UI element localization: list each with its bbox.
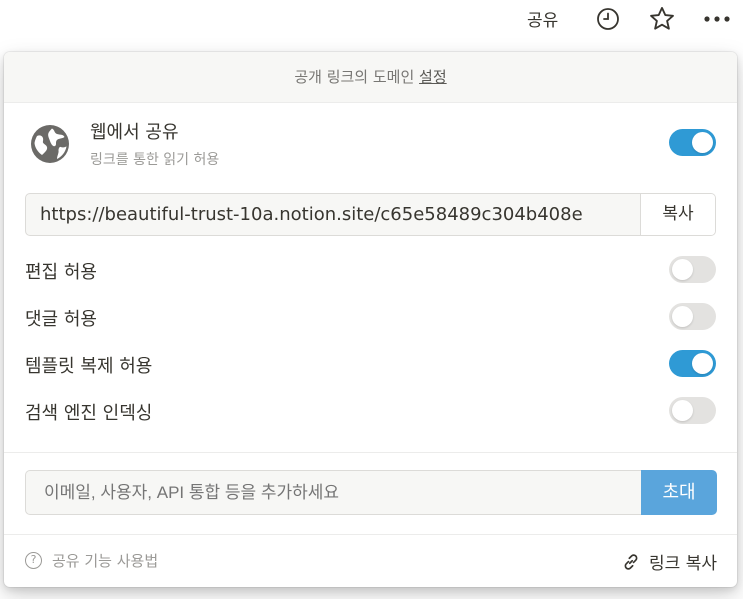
toggle-knob: [692, 353, 713, 374]
link-icon: [621, 552, 641, 572]
help-label: 공유 기능 사용법: [52, 552, 159, 570]
divider: [4, 452, 737, 453]
option-allow-duplicate-template: 템플릿 복제 허용: [4, 346, 737, 382]
allow-comments-toggle[interactable]: [669, 303, 716, 330]
domain-settings-bar: 공개 링크의 도메인 설정: [4, 52, 737, 103]
web-share-title: 웹에서 공유: [90, 122, 179, 143]
share-button[interactable]: 공유: [527, 6, 558, 31]
help-link[interactable]: ? 공유 기능 사용법: [25, 550, 158, 571]
option-allow-comments: 댓글 허용: [4, 299, 737, 335]
web-share-subtitle: 링크를 통한 읽기 허용: [90, 152, 220, 168]
toggle-knob: [672, 259, 693, 280]
option-label: 템플릿 복제 허용: [25, 356, 153, 377]
allow-duplicate-toggle[interactable]: [669, 350, 716, 377]
allow-edit-toggle[interactable]: [669, 256, 716, 283]
share-footer: ? 공유 기능 사용법 링크 복사: [4, 535, 737, 587]
globe-icon: [28, 122, 72, 166]
option-allow-edit: 편집 허용: [4, 252, 737, 288]
copy-link-label: 링크 복사: [649, 554, 717, 574]
option-search-indexing: 검색 엔진 인덱싱: [4, 393, 737, 429]
web-share-toggle[interactable]: [669, 129, 716, 156]
option-label: 편집 허용: [25, 262, 97, 283]
topbar: 공유: [0, 0, 743, 38]
search-indexing-toggle[interactable]: [669, 397, 716, 424]
invite-input[interactable]: [25, 470, 642, 515]
toggle-knob: [692, 132, 713, 153]
web-share-section: 웹에서 공유 링크를 통한 읽기 허용: [4, 112, 737, 174]
toggle-knob: [672, 306, 693, 327]
question-icon: ?: [25, 552, 42, 569]
domain-settings-link[interactable]: 설정: [419, 68, 447, 86]
option-label: 댓글 허용: [25, 309, 97, 330]
more-icon[interactable]: [699, 5, 735, 33]
share-panel: 공개 링크의 도메인 설정 웹에서 공유 링크를 통한 읽기 허용 https:…: [4, 52, 737, 587]
copy-url-button[interactable]: 복사: [640, 194, 715, 235]
domain-text: 공개 링크의 도메인: [294, 68, 420, 86]
star-icon[interactable]: [648, 5, 676, 33]
option-label: 검색 엔진 인덱싱: [25, 403, 153, 424]
invite-row: 초대: [25, 470, 717, 515]
public-url-field[interactable]: https://beautiful-trust-10a.notion.site/…: [26, 194, 642, 235]
copy-link-button[interactable]: 링크 복사: [621, 549, 717, 574]
public-url-row: https://beautiful-trust-10a.notion.site/…: [25, 193, 716, 236]
clock-icon[interactable]: [594, 5, 622, 33]
invite-button[interactable]: 초대: [641, 470, 717, 515]
toggle-knob: [672, 400, 693, 421]
